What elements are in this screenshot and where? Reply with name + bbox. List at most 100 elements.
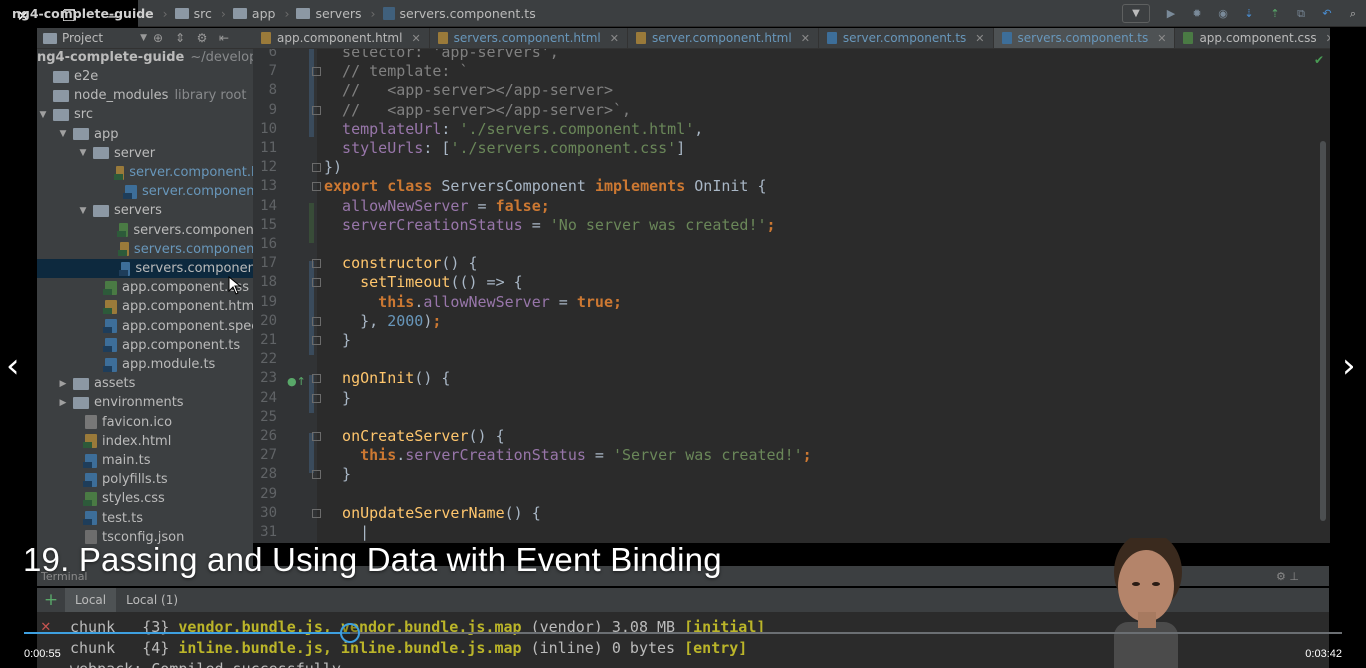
vcs-compare-icon[interactable]: ⧉	[1288, 0, 1314, 27]
fold-marker-icon[interactable]	[312, 278, 321, 288]
search-icon[interactable]: ⌕	[1340, 0, 1366, 27]
ts-file-icon	[83, 472, 97, 487]
tree-item[interactable]: styles.css	[37, 489, 253, 508]
tree-item[interactable]: servers.component.cs	[37, 221, 253, 240]
editor-tab[interactable]: server.component.html ✕	[628, 28, 819, 48]
breadcrumb-item[interactable]: ng4-complete-guide	[12, 6, 154, 21]
tree-item[interactable]: ▶ assets	[37, 374, 253, 393]
expanded-arrow-icon[interactable]: ▼	[77, 148, 89, 158]
close-tab-icon[interactable]: ✕	[975, 32, 984, 45]
stop-icon[interactable]: ◉	[1210, 0, 1236, 27]
gear-icon[interactable]: ⚙	[191, 31, 213, 45]
previous-lecture-icon[interactable]: ‹	[6, 346, 20, 386]
tree-item[interactable]: favicon.ico	[37, 413, 253, 432]
fold-marker-icon[interactable]	[312, 393, 321, 403]
vcs-update-icon[interactable]: ⇣	[1236, 0, 1262, 27]
tree-item[interactable]: ▼ server	[37, 144, 253, 163]
tree-item[interactable]: servers.component.ht	[37, 240, 253, 259]
fold-marker-icon[interactable]	[312, 508, 321, 518]
editor-tab[interactable]: app.component.html ✕	[253, 28, 430, 48]
ts-file-icon	[103, 319, 117, 334]
collapsed-arrow-icon[interactable]: ▶	[57, 398, 69, 408]
breadcrumb-item[interactable]: app	[232, 6, 275, 21]
fold-marker-icon[interactable]	[312, 67, 321, 77]
tree-root[interactable]: ng4-complete-guide ~/developme	[37, 49, 253, 67]
run-config-dropdown[interactable]: ▼	[1122, 4, 1150, 23]
video-scrubber-knob[interactable]	[340, 623, 360, 643]
tree-item[interactable]: app.component.spec.ts	[37, 317, 253, 336]
collapse-icon[interactable]: ⇕	[169, 31, 191, 45]
run-icon[interactable]: ▶	[1158, 0, 1184, 27]
editor-tab[interactable]: app.component.css✕	[1175, 28, 1330, 48]
hide-icon[interactable]: ⇤	[213, 31, 235, 45]
tree-item[interactable]: app.module.ts	[37, 355, 253, 374]
tree-item[interactable]: polyfills.ts	[37, 470, 253, 489]
tree-item[interactable]: app.component.html	[37, 297, 253, 316]
line-number: 24	[260, 389, 277, 406]
fold-marker-icon[interactable]	[312, 316, 321, 326]
editor-tab[interactable]: server.component.ts ✕	[819, 28, 994, 48]
code-token: ;	[802, 446, 812, 465]
html-file-icon	[114, 165, 125, 180]
debug-icon[interactable]: ✹	[1184, 0, 1210, 27]
code-line: 7 // template: `	[253, 62, 1330, 81]
fold-marker-icon[interactable]	[312, 374, 321, 384]
code-line: 30 onUpdateServerName() {	[253, 504, 1330, 523]
expanded-arrow-icon[interactable]: ▼	[37, 110, 49, 120]
tree-item[interactable]: main.ts	[37, 451, 253, 470]
tree-item[interactable]: ▶ environments	[37, 393, 253, 412]
close-tab-icon[interactable]: ✕	[610, 32, 619, 45]
tree-item[interactable]: e2e	[37, 67, 253, 86]
code-editor[interactable]: ✔ ●↑ 6 selector: 'app-servers', 7 // temp…	[253, 49, 1330, 543]
terminal-tab[interactable]: Local (1)	[116, 588, 188, 612]
tree-item[interactable]: app.component.css	[37, 278, 253, 297]
code-token: |	[324, 523, 370, 541]
expanded-arrow-icon[interactable]: ▼	[77, 206, 89, 216]
collapsed-arrow-icon[interactable]: ▶	[57, 379, 69, 389]
editor-tab[interactable]: servers.component.html ✕	[430, 28, 628, 48]
tree-item[interactable]: servers.component.ts	[37, 259, 253, 278]
project-view-selector[interactable]: Project ▼	[37, 31, 147, 45]
fold-marker-icon[interactable]	[312, 336, 321, 345]
tree-item[interactable]: index.html	[37, 432, 253, 451]
vcs-commit-icon[interactable]: ⇡	[1262, 0, 1288, 27]
gear-icon[interactable]: ⚙ ⊥	[1276, 570, 1299, 583]
breadcrumb-item[interactable]: src	[174, 6, 212, 21]
code-token: onCreateServer	[324, 427, 469, 445]
tree-item[interactable]: node_modules library root	[37, 86, 253, 105]
close-tab-icon[interactable]: ✕	[801, 32, 810, 45]
fold-marker-icon[interactable]	[312, 182, 321, 192]
video-progress-bar[interactable]	[24, 632, 1342, 634]
tree-item[interactable]: app.component.ts	[37, 336, 253, 355]
tree-item[interactable]: ▼ src	[37, 105, 253, 124]
code-token: ;	[540, 196, 550, 215]
fold-marker-icon[interactable]	[312, 432, 321, 441]
code-text: }	[324, 465, 351, 484]
tree-item-label: favicon.ico	[102, 414, 173, 430]
expanded-arrow-icon[interactable]: ▼	[57, 129, 69, 139]
fold-marker-icon[interactable]	[312, 163, 321, 173]
close-tab-icon[interactable]: ✕	[411, 32, 420, 45]
close-tab-icon[interactable]: ✕	[1157, 32, 1166, 45]
tree-item[interactable]: ▼ servers	[37, 201, 253, 220]
folder-icon	[73, 396, 89, 409]
tree-item[interactable]: ▼ app	[37, 125, 253, 144]
next-lecture-icon[interactable]: ›	[1342, 346, 1356, 386]
locate-icon[interactable]: ⊕	[147, 31, 169, 45]
line-number: 27	[260, 447, 277, 464]
tree-item[interactable]: test.ts	[37, 509, 253, 528]
revert-icon[interactable]: ↶	[1314, 0, 1340, 27]
editor-tab[interactable]: servers.component.ts ✕	[993, 28, 1176, 48]
line-number: 26	[260, 428, 277, 444]
line-number: 8	[268, 82, 277, 99]
add-terminal-icon[interactable]: +	[37, 590, 65, 610]
breadcrumb-item[interactable]: servers	[296, 6, 362, 21]
fold-marker-icon[interactable]	[312, 105, 321, 115]
terminal-tab[interactable]: Local	[65, 588, 117, 612]
breadcrumb-item[interactable]: servers.component.ts	[382, 6, 536, 21]
tree-item[interactable]: server.component.ts	[37, 182, 253, 201]
typescript-file-icon	[382, 6, 395, 20]
fold-marker-icon[interactable]	[312, 259, 321, 269]
tree-item[interactable]: server.component.htm	[37, 163, 253, 182]
fold-marker-icon[interactable]	[312, 470, 321, 480]
